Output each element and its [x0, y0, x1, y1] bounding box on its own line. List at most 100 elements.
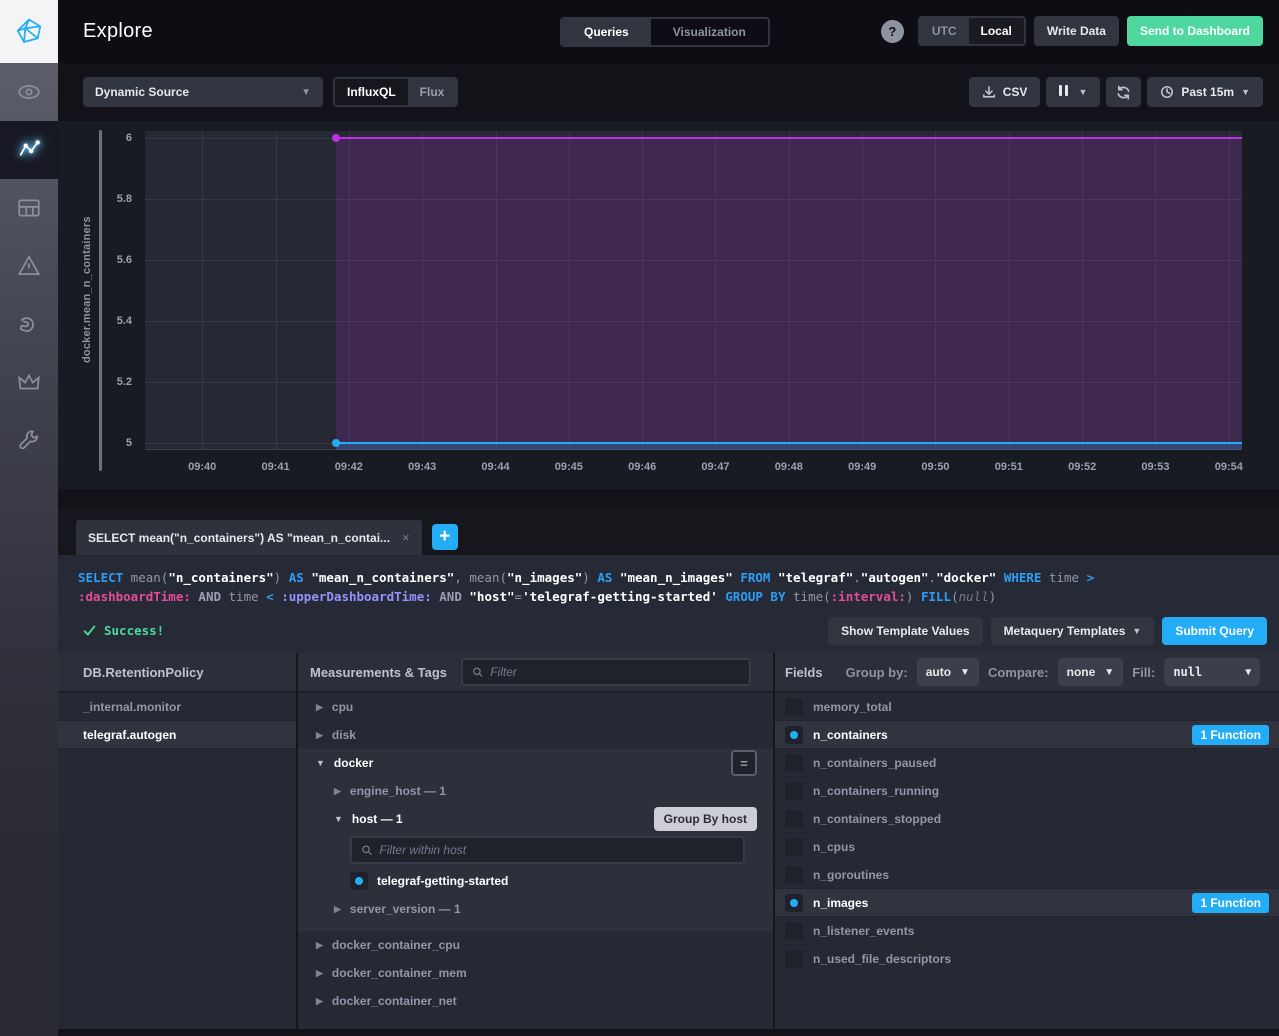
checkbox-unchecked[interactable] [785, 866, 803, 884]
x-tick-label: 09:40 [188, 461, 216, 473]
field-item[interactable]: memory_total [775, 693, 1279, 721]
language-influxql[interactable]: InfluxQL [335, 79, 408, 105]
time-range-value: Past 15m [1181, 85, 1234, 99]
checkbox-checked[interactable] [785, 894, 803, 912]
sidebar-item-configuration[interactable] [0, 411, 58, 469]
measurement-label: cpu [332, 700, 353, 714]
field-item[interactable]: n_containers_stopped [775, 805, 1279, 833]
write-data-button[interactable]: Write Data [1034, 16, 1119, 46]
x-gridline [202, 131, 203, 450]
query-code-editor[interactable]: SELECT mean("n_containers") AS "mean_n_c… [58, 555, 1279, 614]
tab-queries[interactable]: Queries [562, 19, 651, 45]
show-template-values-button[interactable]: Show Template Values [828, 617, 982, 645]
timezone-local[interactable]: Local [969, 18, 1024, 44]
checkbox-unchecked[interactable] [785, 838, 803, 856]
search-icon [472, 666, 483, 678]
tag-key-item[interactable]: ▶engine_host — 1 [298, 777, 773, 805]
field-item[interactable]: n_used_file_descriptors [775, 945, 1279, 973]
view-toggle: Queries Visualization [560, 17, 770, 47]
function-count-badge[interactable]: 1 Function [1192, 725, 1269, 745]
timezone-utc[interactable]: UTC [920, 18, 969, 44]
x-gridline [276, 131, 277, 450]
checkbox-unchecked[interactable] [785, 922, 803, 940]
fields-header-label: Fields [785, 665, 823, 680]
send-to-dashboard-button[interactable]: Send to Dashboard [1127, 16, 1263, 46]
caret-down-icon: ▼ [334, 814, 343, 824]
language-flux[interactable]: Flux [408, 79, 457, 105]
sidebar-item-alerting[interactable] [0, 237, 58, 295]
fill-value: null [1173, 665, 1202, 679]
measurements-header-label: Measurements & Tags [310, 665, 447, 680]
search-icon [361, 844, 372, 856]
fields-column: Fields Group by: auto ▼ Compare: none ▼ … [775, 653, 1279, 1029]
tag-key-item[interactable]: ▼host — 1Group By host [298, 805, 773, 833]
close-icon[interactable]: × [402, 530, 410, 545]
field-item[interactable]: n_containers_paused [775, 749, 1279, 777]
field-item[interactable]: n_containers1 Function [775, 721, 1279, 749]
sidebar-item-integrations[interactable] [0, 295, 58, 353]
checkbox-unchecked[interactable] [785, 698, 803, 716]
refresh-button[interactable] [1106, 77, 1141, 107]
time-range-dropdown[interactable]: Past 15m ▼ [1147, 77, 1263, 107]
checkbox-unchecked[interactable] [785, 950, 803, 968]
measurement-item[interactable]: ▶disk [298, 721, 773, 749]
submit-query-button[interactable]: Submit Query [1162, 617, 1267, 645]
field-item[interactable]: n_containers_running [775, 777, 1279, 805]
sidebar-item-dashboards[interactable] [0, 179, 58, 237]
field-label: n_used_file_descriptors [813, 952, 951, 966]
checkbox-unchecked[interactable] [785, 754, 803, 772]
add-query-button[interactable]: + [432, 524, 458, 550]
measurements-column: Measurements & Tags ▶cpu▶disk▼docker=▶en… [296, 653, 775, 1029]
metaquery-templates-dropdown[interactable]: Metaquery Templates ▼ [991, 617, 1155, 645]
sidebar-item-data-explorer[interactable] [0, 121, 58, 179]
field-item[interactable]: n_cpus [775, 833, 1279, 861]
measurement-item[interactable]: ▶docker_container_net [298, 987, 773, 1015]
metaquery-templates-label: Metaquery Templates [1004, 624, 1126, 638]
checkbox-dot [790, 731, 798, 739]
csv-download-button[interactable]: CSV [969, 77, 1041, 107]
caret-right-icon: ▶ [316, 940, 323, 951]
measurement-filter-input[interactable] [490, 665, 740, 679]
function-count-badge[interactable]: 1 Function [1192, 893, 1269, 913]
tag-key-label: server_version — 1 [350, 902, 461, 916]
compare-dropdown[interactable]: none ▼ [1058, 658, 1124, 686]
plot-area[interactable] [145, 131, 1242, 450]
checkbox-checked[interactable] [785, 726, 803, 744]
x-tick-label: 09:50 [921, 461, 949, 473]
tag-value-item[interactable]: telegraf-getting-started [298, 867, 773, 895]
measurement-item[interactable]: ▶docker_container_mem [298, 959, 773, 987]
caret-down-icon: ▼ [316, 758, 325, 768]
checkbox-unchecked[interactable] [785, 810, 803, 828]
field-item[interactable]: n_goroutines [775, 861, 1279, 889]
tag-filter-input[interactable] [379, 843, 734, 857]
checkbox-checked[interactable] [350, 872, 368, 890]
group-by-host-button[interactable]: Group By host [654, 807, 757, 831]
help-icon[interactable]: ? [881, 20, 904, 43]
database-item[interactable]: _internal.monitor [58, 693, 296, 721]
chronograf-logo[interactable] [0, 0, 58, 63]
group-by-dropdown[interactable]: auto ▼ [917, 658, 979, 686]
tag-key-item[interactable]: ▶server_version — 1 [298, 895, 773, 923]
timezone-toggle: UTC Local [918, 16, 1026, 46]
sidebar-item-admin[interactable] [0, 353, 58, 411]
field-item[interactable]: n_images1 Function [775, 889, 1279, 917]
tab-visualization[interactable]: Visualization [651, 19, 768, 45]
query-tab[interactable]: SELECT mean("n_containers") AS "mean_n_c… [76, 520, 422, 555]
field-item[interactable]: n_listener_events [775, 917, 1279, 945]
field-label: n_listener_events [813, 924, 914, 938]
compare-label: Compare: [988, 665, 1049, 680]
pause-button[interactable]: ▼ [1046, 77, 1100, 107]
checkbox-dot [355, 877, 363, 885]
equals-filter-button[interactable]: = [731, 750, 757, 776]
measurement-item[interactable]: ▶docker_container_cpu [298, 931, 773, 959]
checkbox-unchecked[interactable] [785, 782, 803, 800]
source-dropdown[interactable]: Dynamic Source ▼ [83, 77, 323, 107]
x-tick-label: 09:43 [408, 461, 436, 473]
measurement-item[interactable]: ▼docker= [298, 749, 773, 777]
database-item[interactable]: telegraf.autogen [58, 721, 296, 749]
measurement-item[interactable]: ▶cpu [298, 693, 773, 721]
query-status: Success! [83, 623, 164, 638]
tag-value-label: telegraf-getting-started [377, 874, 508, 888]
fill-dropdown[interactable]: null ▼ [1164, 658, 1260, 686]
sidebar-item-status[interactable] [0, 63, 58, 121]
